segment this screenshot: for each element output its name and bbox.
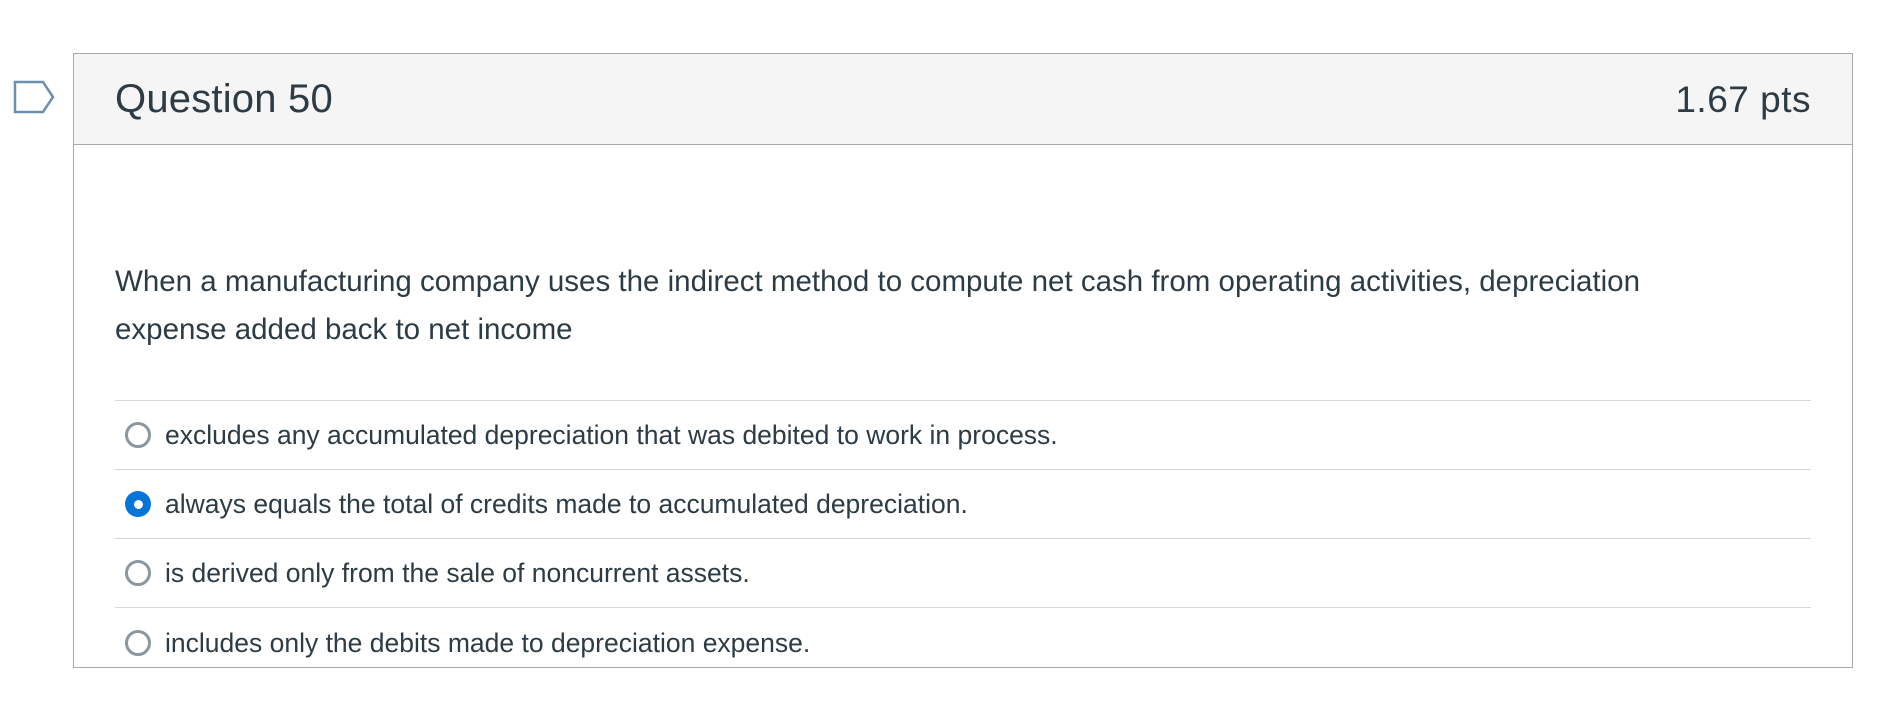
answer-label[interactable]: excludes any accumulated depreciation th… [165,415,1058,455]
question-text: When a manufacturing company uses the in… [115,145,1811,354]
answer-option[interactable]: includes only the debits made to depreci… [115,608,1811,677]
answer-option[interactable]: is derived only from the sale of noncurr… [115,539,1811,608]
answer-label[interactable]: always equals the total of credits made … [165,484,968,524]
radio-button[interactable] [125,422,151,448]
radio-button[interactable] [125,491,151,517]
bookmark-flag-icon[interactable] [13,80,55,116]
answer-option[interactable]: excludes any accumulated depreciation th… [115,401,1811,470]
radio-button[interactable] [125,629,151,656]
question-text-line: When a manufacturing company uses the in… [115,265,1640,298]
answer-list: excludes any accumulated depreciation th… [115,400,1811,677]
answer-label[interactable]: is derived only from the sale of noncurr… [165,553,750,593]
radio-button[interactable] [125,560,151,586]
question-header: Question 50 1.67 pts [74,54,1852,145]
question-points: 1.67 pts [1675,79,1811,120]
answer-option[interactable]: always equals the total of credits made … [115,470,1811,539]
question-text-line: expense added back to net income [115,313,573,346]
answer-label[interactable]: includes only the debits made to depreci… [165,623,810,663]
question-title: Question 50 [115,77,333,121]
question-card: Question 50 1.67 pts When a manufacturin… [73,53,1853,668]
